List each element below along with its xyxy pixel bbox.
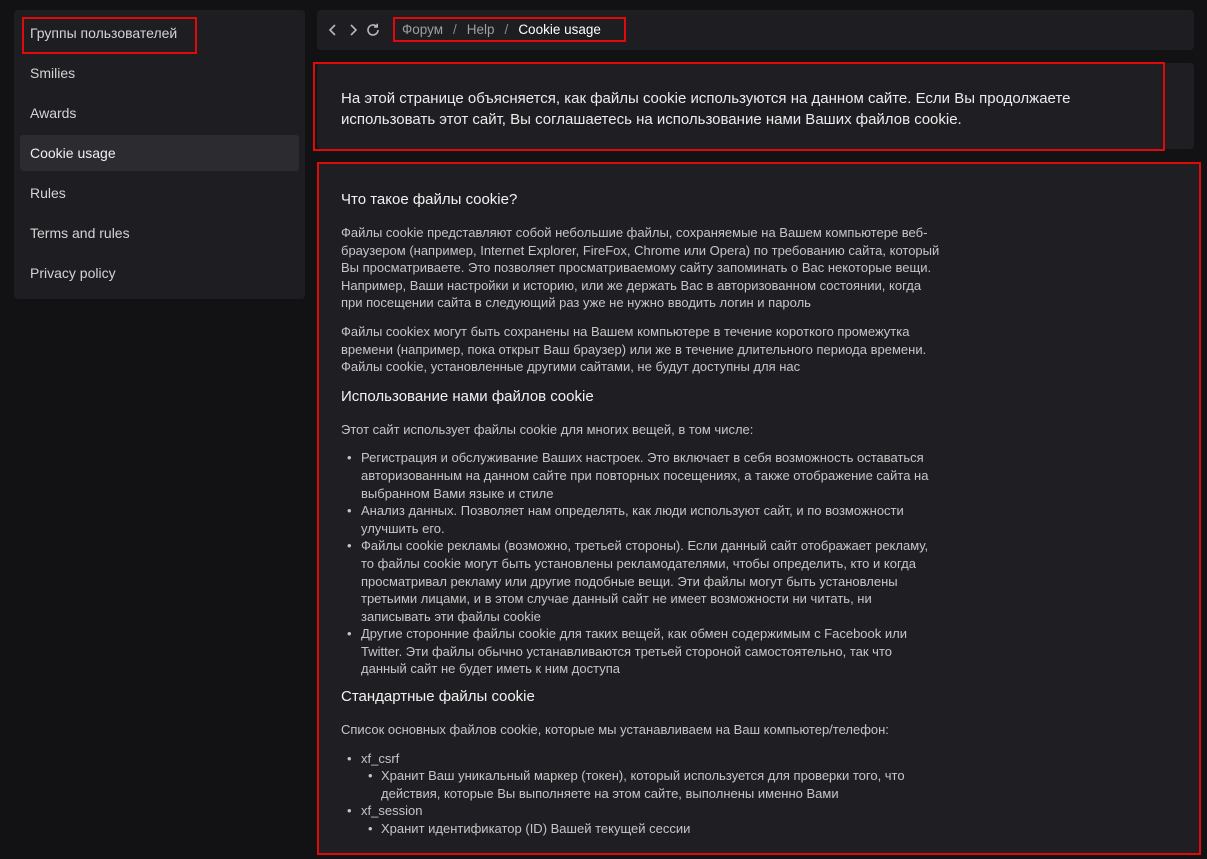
cookie-description: Хранит Ваш уникальный маркер (токен), ко… (368, 767, 941, 802)
cookie-item: xf_csrf Хранит Ваш уникальный маркер (то… (347, 750, 941, 803)
list-item: Анализ данных. Позволяет нам определять,… (347, 502, 941, 537)
sidebar-item-cookie-usage[interactable]: Cookie usage (20, 135, 299, 171)
paragraph: Список основных файлов cookie, которые м… (341, 722, 889, 738)
list-item: Регистрация и обслуживание Ваших настрое… (347, 449, 941, 502)
breadcrumb-separator: / (504, 22, 509, 37)
page: Группы пользователей Smilies Awards Cook… (0, 0, 1207, 859)
standard-cookies-list: xf_csrf Хранит Ваш уникальный маркер (то… (341, 750, 941, 838)
reload-button[interactable] (363, 19, 383, 41)
cookie-description-list: Хранит идентификатор (ID) Вашей текущей … (361, 820, 941, 838)
section-heading: Что такое файлы cookie? (341, 191, 518, 208)
cookie-uses-list: Регистрация и обслуживание Ваших настрое… (341, 449, 941, 678)
section-heading: Стандартные файлы cookie (341, 688, 535, 706)
list-item: Файлы cookie рекламы (возможно, третьей … (347, 537, 941, 625)
sidebar-item-terms-and-rules[interactable]: Terms and rules (20, 215, 299, 251)
sidebar-item-smilies[interactable]: Smilies (20, 55, 299, 91)
sidebar-item-label: Awards (30, 105, 77, 121)
paragraph: Этот сайт использует файлы cookie для мн… (341, 421, 754, 437)
breadcrumb-separator: / (453, 22, 457, 37)
cookie-name: xf_session (361, 803, 423, 819)
reload-icon (367, 23, 379, 36)
sidebar-item-label: Cookie usage (30, 145, 116, 161)
cookie-description: Хранит идентификатор (ID) Вашей текущей … (368, 820, 941, 838)
chevron-left-icon (328, 24, 336, 36)
cookie-description-list: Хранит Ваш уникальный маркер (токен), ко… (361, 767, 941, 802)
breadcrumb-forum[interactable]: Форум (402, 22, 443, 37)
chevron-right-icon (350, 24, 358, 36)
navigation-bar: Форум / Help / Cookie usage (317, 10, 1194, 50)
breadcrumb: Форум / Help / Cookie usage (393, 17, 626, 42)
sidebar-item-label: Privacy policy (30, 265, 116, 281)
sidebar-item-rules[interactable]: Rules (20, 175, 299, 211)
sidebar-item-user-groups[interactable]: Группы пользователей (20, 15, 299, 54)
paragraph: Файлы cookiex могут быть сохранены на Ва… (341, 323, 927, 375)
breadcrumb-current: Cookie usage (518, 22, 601, 37)
sidebar-item-label: Smilies (30, 65, 76, 81)
list-item: Другие сторонние файлы cookie для таких … (347, 625, 941, 678)
sidebar-item-label: Группы пользователей (30, 25, 178, 41)
sidebar-item-privacy-policy[interactable]: Privacy policy (20, 255, 299, 291)
help-sidebar: Группы пользователей Smilies Awards Cook… (14, 10, 305, 299)
cookie-item: xf_session Хранит идентификатор (ID) Ваш… (347, 802, 941, 838)
back-button[interactable] (323, 19, 343, 41)
breadcrumb-help[interactable]: Help (467, 22, 495, 37)
paragraph: Файлы cookie представляют собой небольши… (341, 225, 940, 311)
forward-button[interactable] (343, 19, 363, 41)
sidebar-item-label: Rules (30, 185, 66, 201)
section-heading: Использование нами файлов cookie (341, 387, 594, 405)
intro-text: На этой странице объясняется, как файлы … (313, 62, 1165, 151)
cookie-content: Что такое файлы cookie? Файлы cookie пре… (317, 162, 1201, 855)
cookie-name: xf_csrf (361, 750, 400, 766)
sidebar-item-awards[interactable]: Awards (20, 95, 299, 131)
sidebar-item-label: Terms and rules (30, 225, 130, 241)
